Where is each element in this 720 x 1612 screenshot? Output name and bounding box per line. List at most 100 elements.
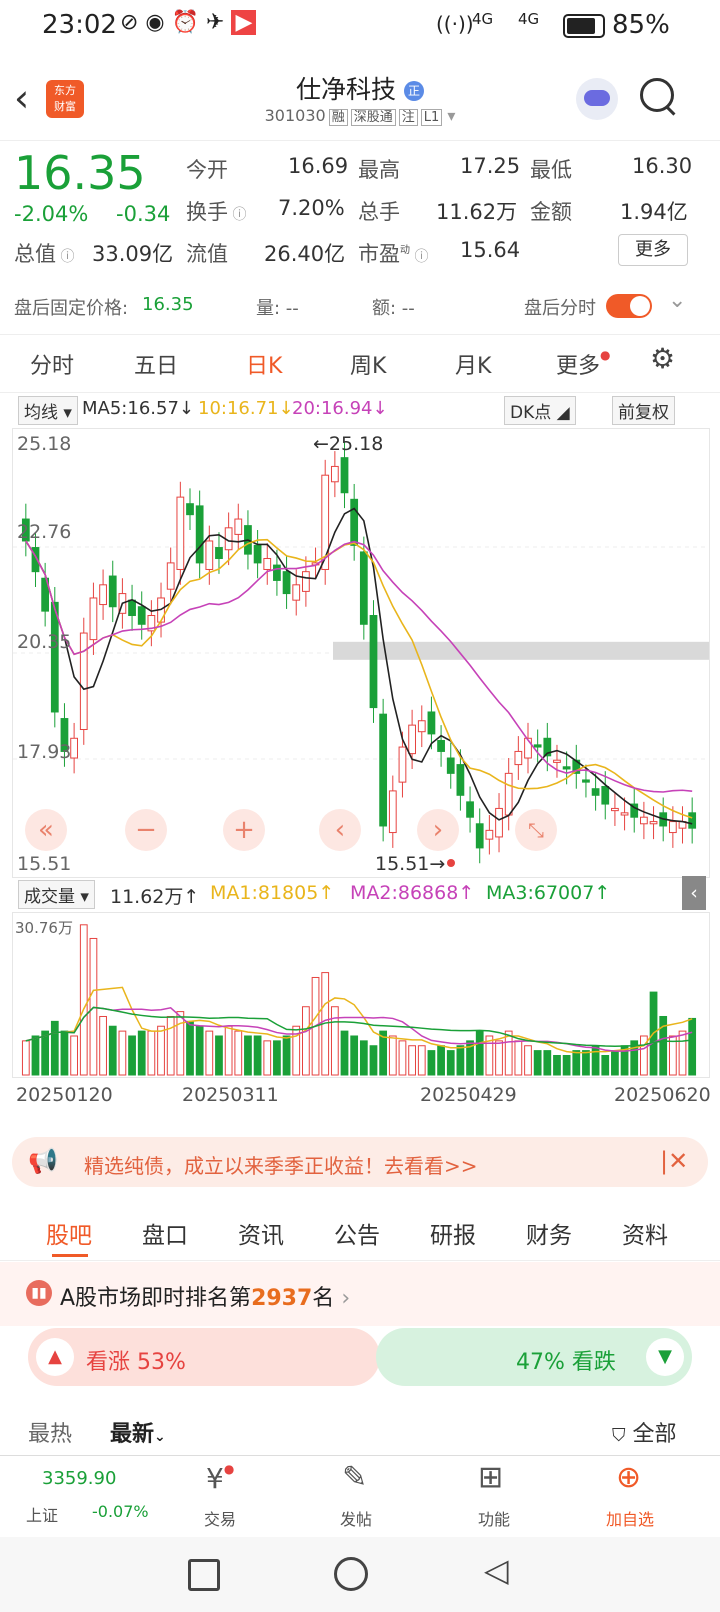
filter-all[interactable]: ⛉ 全部 [612, 1416, 677, 1448]
candle-body [99, 584, 107, 606]
add-watchlist-label[interactable]: 加自选 [606, 1506, 654, 1530]
candle-body [273, 564, 281, 581]
candle-body [475, 823, 484, 849]
y-tick-bottom: 15.51 [17, 853, 72, 875]
candle-body [302, 571, 310, 592]
active-tab-indicator [52, 1254, 88, 1257]
trade-icon[interactable]: ¥● [206, 1462, 234, 1495]
home-icon[interactable] [334, 1557, 368, 1591]
y-tick-2: 22.76 [17, 521, 72, 543]
sentiment-vote: ▲ 看涨 53% 47% 看跌 ▼ [28, 1328, 692, 1386]
settings-gear-icon[interactable]: ⚙ [650, 342, 675, 375]
amount-label: 金额 [530, 200, 572, 224]
add-watchlist-icon[interactable]: ⊕ [616, 1460, 641, 1495]
volume-chart[interactable]: 30.76万 [12, 912, 710, 1078]
candle-body [340, 457, 349, 494]
candle-body [176, 496, 185, 570]
volume-bar [302, 1006, 310, 1076]
volume-bar [340, 1030, 349, 1076]
post-edit-icon[interactable]: ✎ [342, 1460, 367, 1495]
trade-label[interactable]: 交易 [204, 1506, 236, 1530]
tab-pankou[interactable]: 盘口 [142, 1216, 188, 1250]
functions-label[interactable]: 功能 [478, 1506, 510, 1530]
zoom-out-icon[interactable]: − [125, 809, 167, 851]
step-left-icon[interactable]: ‹ [319, 809, 361, 851]
post-label[interactable]: 发帖 [340, 1506, 372, 1530]
total-cap-label: 总值 ⓘ [14, 242, 75, 266]
quote-panel: 16.35 -2.04% -0.34 今开 16.69 最高 17.25 最低 … [0, 140, 720, 280]
period-tabs: 分时 五日 日K 周K 月K 更多● ⚙ [0, 336, 720, 393]
collapse-panel-icon[interactable]: ‹ [682, 876, 706, 910]
bullish-label[interactable]: 看涨 53% [86, 1344, 186, 1376]
close-icon[interactable]: |✕ [660, 1147, 688, 1175]
tab-finance[interactable]: 财务 [526, 1216, 572, 1250]
tab-more[interactable]: 更多● [556, 348, 611, 380]
candle-body [620, 812, 629, 816]
recent-apps-icon[interactable] [188, 1559, 220, 1591]
bearish-label[interactable]: 47% 看跌 [516, 1344, 616, 1376]
volume-selector[interactable]: 成交量 ▾ [18, 880, 95, 909]
more-button[interactable]: 更多 [618, 234, 688, 266]
candle-body [234, 518, 243, 535]
chevron-down-icon[interactable]: ⌄ [668, 288, 686, 313]
promo-banner[interactable]: 📢 精选纯债，成立以来季季正收益！去看看>> |✕ [12, 1137, 708, 1187]
dk-point-button[interactable]: DK点 ◢ [504, 396, 576, 425]
volume-value: 11.62万 [436, 200, 518, 224]
megaphone-icon: 📢 [28, 1147, 58, 1175]
candle-body [562, 766, 571, 770]
back-nav-icon[interactable]: ◁ [484, 1551, 509, 1589]
volume-bar [553, 1054, 561, 1076]
battery-level: 85% [612, 10, 670, 40]
adjust-mode-button[interactable]: 前复权 [612, 396, 675, 425]
info-icon: ⓘ [228, 207, 247, 223]
indicator-selector[interactable]: 均线 ▾ [18, 396, 78, 425]
index-change[interactable]: -0.07% [92, 1502, 149, 1521]
grid-functions-icon[interactable]: ⊞ [478, 1460, 503, 1495]
kline-chart[interactable]: 25.18 22.76 20.35 17.93 15.51 ←25.18 15.… [12, 428, 710, 878]
open-label: 今开 [186, 158, 228, 182]
zoom-in-icon[interactable]: + [223, 809, 265, 851]
bullish-vote-icon[interactable]: ▲ [36, 1338, 74, 1376]
sort-new[interactable]: 最新⌄ [110, 1416, 166, 1448]
tab-monthly-k[interactable]: 月K [455, 348, 491, 380]
tab-guba[interactable]: 股吧 [46, 1216, 92, 1250]
ma10-value: 10:16.71↓ [198, 398, 294, 419]
market-rank-row[interactable]: ▮▮ A股市场即时排名第2937名 › [0, 1262, 720, 1326]
volume-bar [437, 1045, 445, 1076]
tab-profile[interactable]: 资料 [622, 1216, 668, 1250]
low-marker: 15.51→ [375, 853, 446, 875]
info-icon: ⓘ [56, 249, 75, 265]
candle-body [186, 503, 194, 516]
status-bar: 23:02 ⊘ ◉ ⏰ ✈ ▶ ((·)) 4G 4G 85% [0, 0, 720, 56]
index-value[interactable]: 3359.90 [42, 1468, 116, 1489]
step-right-icon[interactable]: › [417, 809, 459, 851]
amount-value: 1.94亿 [620, 200, 688, 224]
tab-weekly-k[interactable]: 周K [350, 348, 386, 380]
tab-news[interactable]: 资讯 [238, 1216, 284, 1250]
float-cap-value: 26.40亿 [264, 242, 346, 266]
tab-intraday[interactable]: 分时 [30, 348, 74, 380]
tab-research[interactable]: 研报 [430, 1216, 476, 1250]
after-hours-toggle-label: 盘后分时 [524, 298, 596, 319]
bearish-vote-icon[interactable]: ▼ [646, 1338, 684, 1376]
stock-header: ‹ 东方 财富 仕净科技 正 301030 融深股通注 L1 ▾ [0, 60, 720, 141]
search-icon[interactable] [640, 78, 676, 116]
stock-tag: 深股通 [350, 109, 396, 126]
sort-hot[interactable]: 最热 [28, 1416, 72, 1448]
after-hours-toggle[interactable] [606, 294, 652, 318]
ma5-value: MA5:16.57↓ [82, 398, 194, 419]
signal-2-icon: 4G [518, 10, 540, 28]
tab-announcements[interactable]: 公告 [334, 1216, 380, 1250]
index-name[interactable]: 上证 [26, 1502, 58, 1526]
tab-daily-k[interactable]: 日K [246, 348, 282, 380]
scroll-left-icon[interactable]: « [25, 809, 67, 851]
after-hours-volume: 量: -- [256, 298, 299, 319]
volume-bar [495, 1040, 503, 1076]
volume-bar [408, 1045, 416, 1076]
fullscreen-icon[interactable]: ⤡ [515, 809, 557, 851]
ma20-value: 20:16.94↓ [292, 398, 388, 419]
candle-body [417, 720, 426, 733]
tab-five-day[interactable]: 五日 [134, 348, 178, 380]
robot-assistant-icon[interactable] [576, 78, 618, 120]
wifi-icon: ((·)) [436, 12, 474, 36]
